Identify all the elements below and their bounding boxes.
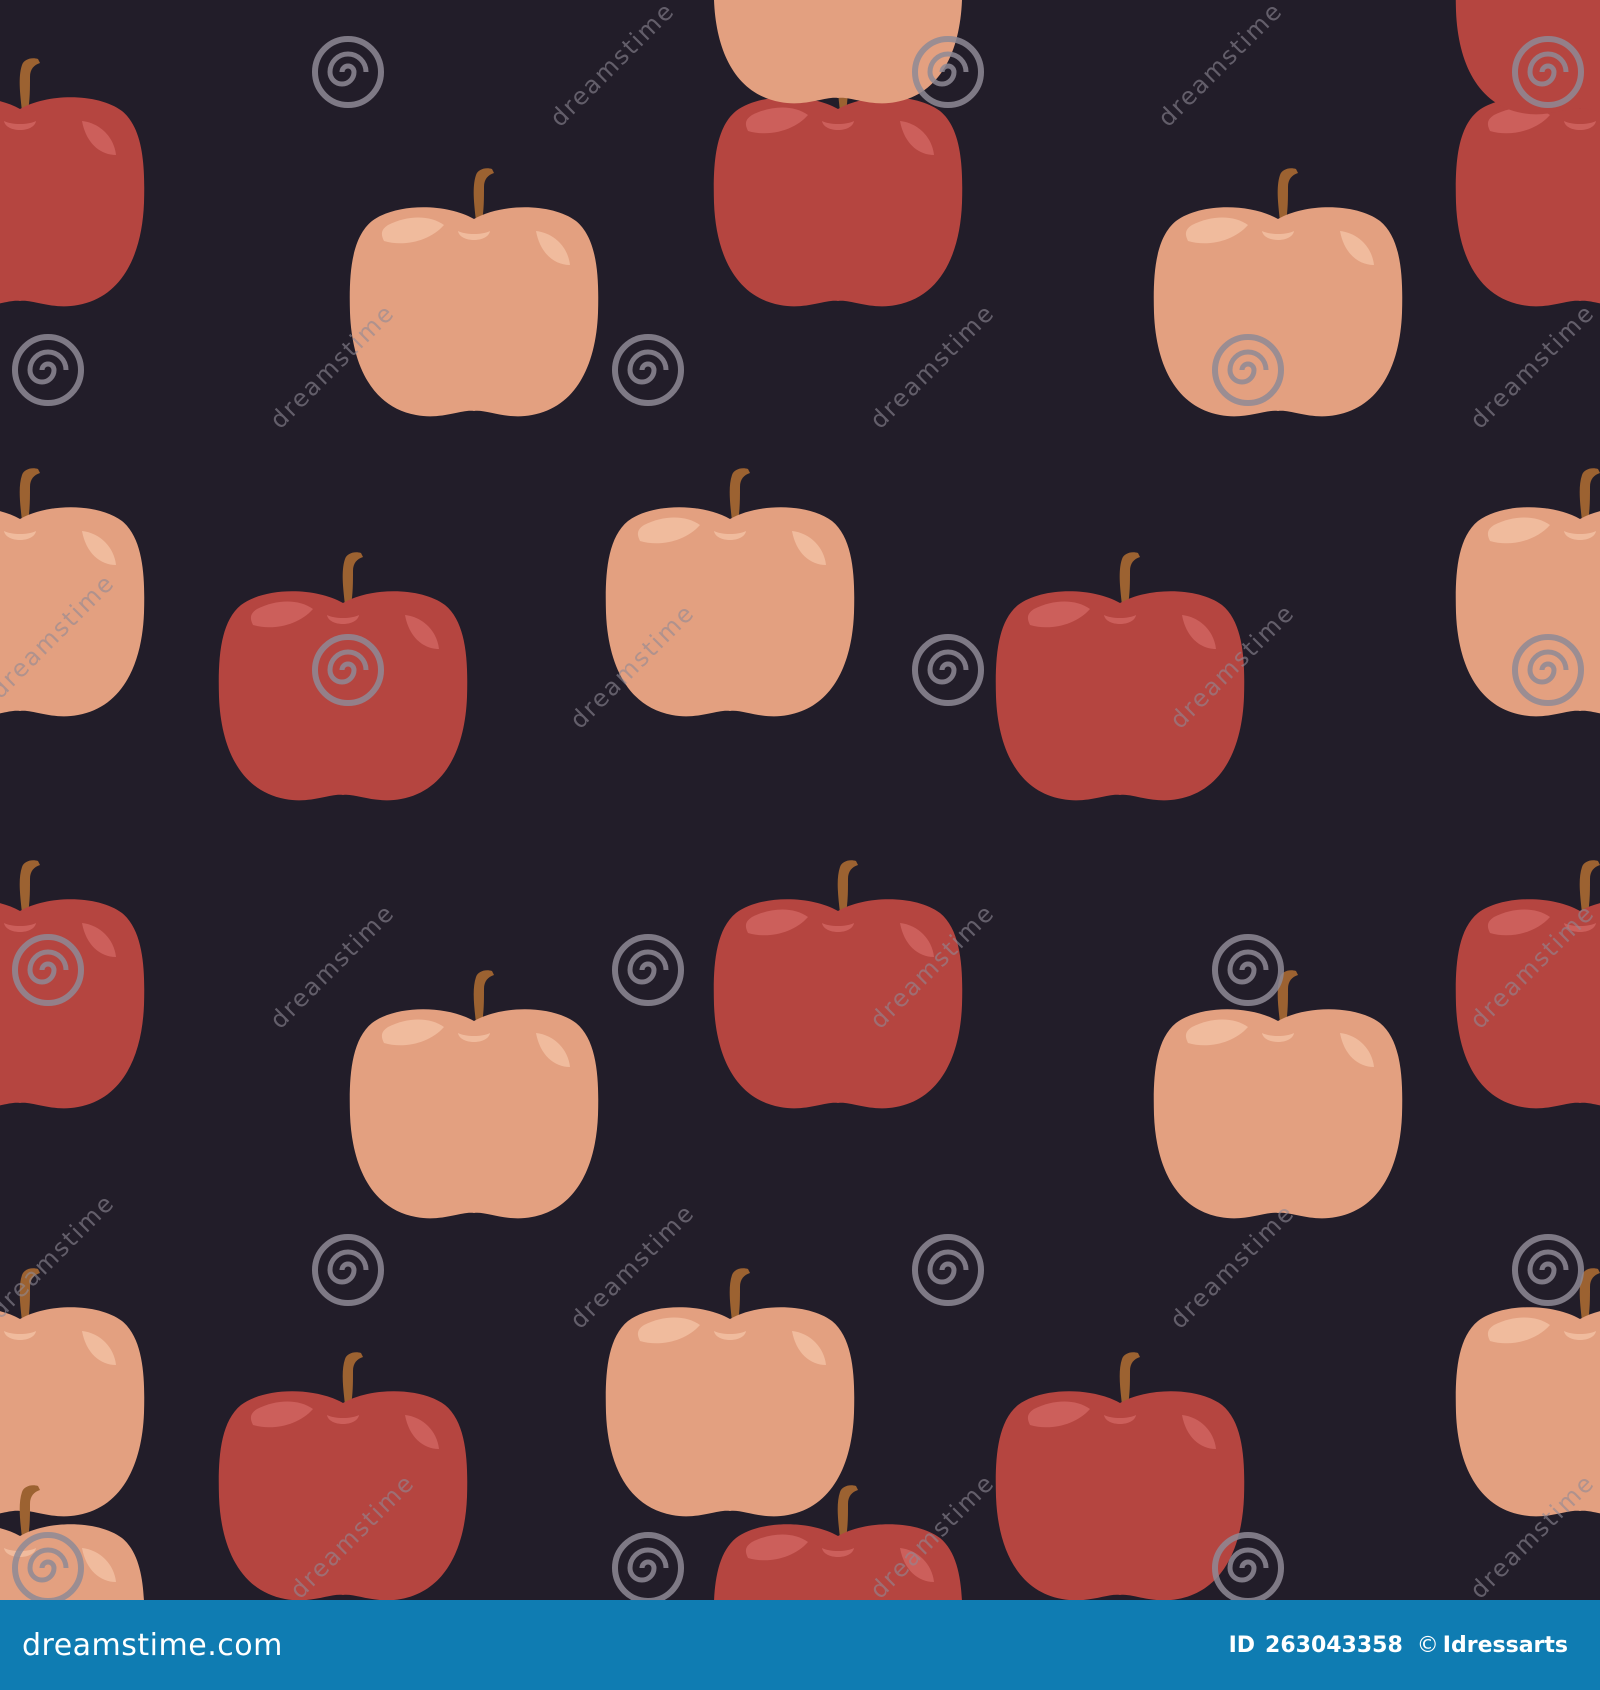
author-name: Idressarts xyxy=(1442,1632,1568,1658)
image-id-label: ID xyxy=(1228,1632,1256,1658)
copyright-symbol: © xyxy=(1416,1632,1439,1658)
stock-image: dreamstime dreamstime dreamstime dreamstime… xyxy=(0,0,1600,1690)
footer-brand[interactable]: dreamstime.com xyxy=(22,1628,283,1663)
apple-pattern: dreamstime dreamstimedreamstime dreamstime… xyxy=(0,0,1600,1600)
footer-meta: ID 263043358 © Idressarts xyxy=(1229,1633,1568,1658)
footer-bar: dreamstime.com ID 263043358 © Idressarts xyxy=(0,1600,1600,1690)
image-id-number: 263043358 xyxy=(1265,1632,1403,1658)
